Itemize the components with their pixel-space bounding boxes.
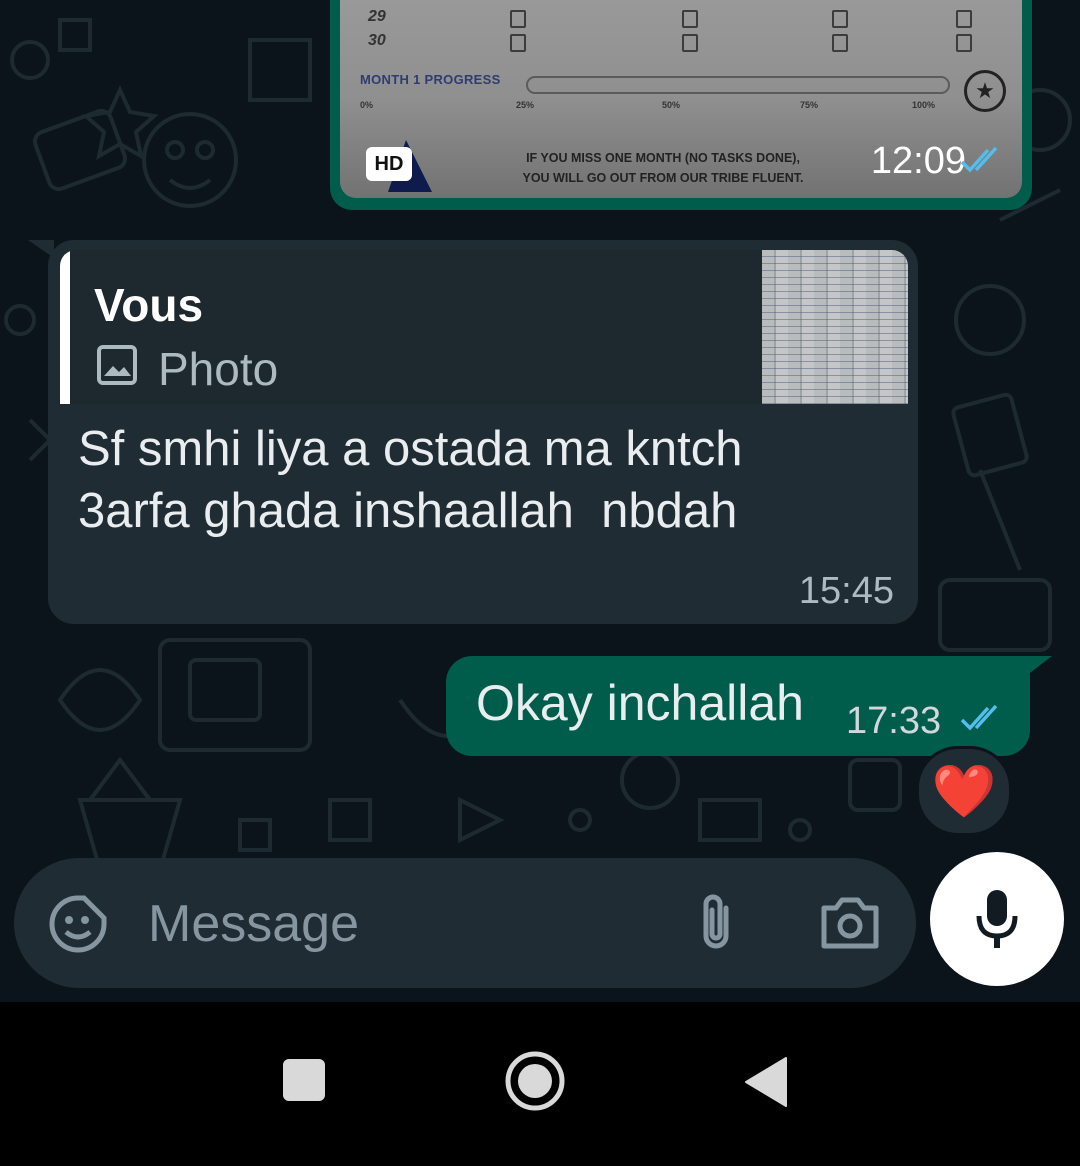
progress-tick: 50% (662, 100, 681, 110)
checkbox-mark (682, 34, 698, 52)
image-icon (97, 345, 137, 385)
double-check-icon (960, 146, 998, 173)
incoming-message[interactable]: Vous Photo Sf smhi liya a ostada ma kntc… (48, 240, 918, 624)
progress-label: MONTH 1 PROGRESS (360, 72, 501, 87)
checkbox-mark (832, 34, 848, 52)
checkbox-mark (956, 10, 972, 28)
message-time: 15:45 (798, 570, 894, 612)
message-text: Okay inchallah (476, 675, 804, 731)
outgoing-message[interactable]: Okay inchallah 17:33 (446, 656, 1030, 756)
quote-thumbnail (762, 250, 908, 404)
message-composer (14, 858, 916, 988)
message-input[interactable] (146, 888, 650, 960)
triangle-back-icon[interactable] (744, 1056, 788, 1108)
progress-tick: 0% (360, 100, 374, 110)
checkbox-mark (510, 10, 526, 28)
progress-tick: 100% (912, 100, 936, 110)
system-navigation-bar (0, 1002, 1080, 1166)
double-check-icon (960, 704, 998, 731)
camera-icon[interactable] (818, 892, 882, 954)
sheet-row-number: 29 (368, 8, 386, 25)
quote-author: Vous (94, 279, 204, 331)
outgoing-image-message[interactable]: 29 30 MONTH 1 PROGRESS 0% 25% 50% 75% 10… (330, 0, 1032, 210)
image-message-time: 12:09 (871, 140, 966, 183)
message-time: 12:09 (870, 140, 966, 182)
progress-bar (526, 76, 950, 94)
microphone-button[interactable] (930, 852, 1064, 986)
checkbox-mark (956, 34, 972, 52)
quoted-reply[interactable]: Vous Photo (60, 250, 908, 404)
star-badge-icon: ★ (964, 70, 1006, 112)
quote-accent-bar (60, 250, 70, 404)
checkbox-mark (510, 34, 526, 52)
notice-line: IF YOU MISS ONE MONTH (NO TASKS DONE), (526, 151, 800, 165)
sheet-row-number: 30 (368, 32, 386, 49)
hd-badge: HD (366, 147, 412, 181)
notice-line: YOU WILL GO OUT FROM OUR TRIBE FLUENT. (522, 171, 804, 185)
square-icon[interactable] (282, 1058, 326, 1102)
circle-icon[interactable] (504, 1050, 566, 1112)
message-time: 17:33 (846, 700, 942, 742)
quote-type: Photo (158, 343, 279, 395)
image-notice: IF YOU MISS ONE MONTH (NO TASKS DONE), Y… (478, 148, 848, 188)
sticker-icon[interactable] (48, 894, 108, 954)
checkbox-mark (832, 10, 848, 28)
progress-tick: 75% (800, 100, 819, 110)
paperclip-icon[interactable] (692, 890, 740, 956)
microphone-icon (976, 890, 1018, 948)
heart-reaction[interactable]: ❤️ (916, 746, 1012, 836)
message-text: Sf smhi liya a ostada ma kntch 3arfa gha… (78, 422, 743, 538)
checkbox-mark (682, 10, 698, 28)
progress-tick: 25% (516, 100, 535, 110)
